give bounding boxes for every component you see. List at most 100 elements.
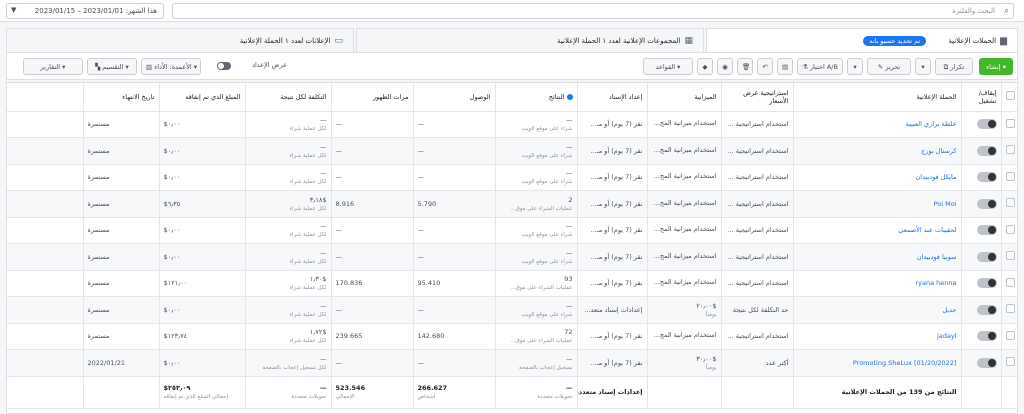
- table-row[interactable]: خلطة براري العبيبة استخدام استراتيجية ..…: [7, 111, 1017, 138]
- duplicate-button[interactable]: ⧉ تكرار: [935, 58, 973, 75]
- col-cost-per-result[interactable]: التكلفة لكل نتيجة: [245, 83, 332, 112]
- row-checkbox[interactable]: [1005, 224, 1015, 234]
- row-checkbox[interactable]: [1005, 304, 1015, 314]
- col-attribution[interactable]: إعداد الإسناد: [577, 83, 648, 112]
- delete-button[interactable]: 🗑: [737, 58, 753, 75]
- cost-per-result-cell: — لكل عملية شراء: [245, 243, 332, 271]
- edit-label: تحرير: [885, 63, 901, 71]
- date-range-picker[interactable]: ▼ هذا الشهر: 2023/01/01 – 2023/01/15: [6, 3, 164, 19]
- amount-spent-cell: $١٢١٫٠٠: [159, 270, 246, 297]
- row-checkbox[interactable]: [1005, 277, 1015, 287]
- table-row[interactable]: سوبيا فودبيدان استخدام استراتيجية ... اس…: [7, 243, 1017, 271]
- edit-menu-button[interactable]: ▾: [847, 58, 863, 75]
- cost-per-result-type: لكل عملية شراء: [289, 126, 327, 133]
- table-row[interactable]: جديل حد التكلفة لكل نتيجة $٢٠٫٠٠ يومياً إ…: [7, 296, 1017, 324]
- table-row[interactable]: ryana henna استخدام استراتيجية ... استخد…: [7, 270, 1017, 297]
- end-date-cell: 2022/01/21: [83, 349, 160, 377]
- totals-impressions: 523.546 الإجمالي: [331, 376, 414, 409]
- table-row[interactable]: Poi Moi استخدام استراتيجية ... استخدام م…: [7, 190, 1017, 218]
- row-checkbox[interactable]: [1005, 198, 1015, 208]
- col-end-date[interactable]: تاريخ الانتهاء: [83, 83, 160, 112]
- row-toggle-cell: [961, 111, 1002, 138]
- end-date-cell: مستمرة: [83, 217, 160, 244]
- col-campaign[interactable]: الحملة الإعلانية: [793, 83, 962, 112]
- col-amount-spent[interactable]: المبلغ الذي تم إنفاقه: [159, 83, 246, 112]
- cost-per-result-cell: — لكل عملية شراء: [245, 217, 332, 244]
- reach-cell: —: [413, 296, 496, 324]
- totals-spacer: [83, 376, 160, 409]
- table-row[interactable]: لحقيبات عبد الأصمعي استخدام استراتيجية .…: [7, 217, 1017, 244]
- campaign-name[interactable]: لحقيبات عبد الأصمعي: [793, 217, 962, 244]
- campaign-toggle[interactable]: [976, 198, 997, 209]
- reports-button[interactable]: التقارير ▾: [23, 58, 83, 75]
- row-checkbox[interactable]: [1005, 251, 1015, 261]
- bid-strategy-cell: استخدام استراتيجية ...: [721, 111, 794, 138]
- campaign-name[interactable]: جديل: [793, 296, 962, 324]
- filler-cell: [7, 137, 84, 165]
- campaign-name[interactable]: مايكل فودبيدان: [793, 164, 962, 191]
- campaign-toggle[interactable]: [976, 331, 997, 342]
- col-impressions[interactable]: مرات الظهور: [331, 83, 414, 112]
- duplicate-menu-button[interactable]: ▾: [915, 58, 931, 75]
- col-results[interactable]: النتائج: [495, 83, 578, 112]
- campaign-toggle[interactable]: [976, 251, 997, 262]
- campaign-toggle[interactable]: [976, 225, 997, 236]
- search-input[interactable]: ⌕ البحث والفلترة: [172, 3, 1014, 19]
- col-toggle[interactable]: إيقاف/تشغيل: [961, 83, 1002, 112]
- chevron-down-icon: ▼: [11, 6, 17, 14]
- select-all-checkbox[interactable]: [1005, 91, 1015, 101]
- campaign-toggle[interactable]: [976, 119, 997, 130]
- rules-button[interactable]: القواعد ▾: [643, 58, 693, 75]
- tab-campaigns[interactable]: ▆الحملات الإعلانية تم تحديد حسيو بانه: [706, 28, 1018, 52]
- undo-button[interactable]: ↶: [757, 58, 773, 75]
- row-checkbox-cell: [1001, 296, 1017, 324]
- breakdown-button[interactable]: ▚ التقسيم ▾: [87, 58, 137, 75]
- campaign-toggle[interactable]: [976, 304, 997, 315]
- row-checkbox[interactable]: [1005, 357, 1015, 367]
- campaign-name[interactable]: ryana henna: [793, 270, 962, 297]
- tab-ads[interactable]: ▭الإعلانات لعدد ۱ الحملة الإعلانية: [6, 28, 354, 52]
- col-budget[interactable]: الميزانية: [647, 83, 722, 112]
- row-checkbox[interactable]: [1005, 171, 1015, 181]
- campaign-name[interactable]: سوبيا فودبيدان: [793, 243, 962, 271]
- campaign-toggle[interactable]: [976, 172, 997, 183]
- cost-per-result-value: —: [320, 116, 327, 125]
- results-type: شراء على موقع الويب: [521, 232, 573, 239]
- row-checkbox[interactable]: [1005, 118, 1015, 128]
- preview-button[interactable]: ◉: [717, 58, 733, 75]
- tab-adsets[interactable]: ▦المجموعات الإعلانية لعدد ۱ الحملة الإعل…: [356, 28, 704, 52]
- row-checkbox[interactable]: [1005, 330, 1015, 340]
- campaign-toggle[interactable]: [976, 357, 997, 368]
- edit-button[interactable]: ✎ تحرير: [867, 58, 911, 75]
- campaign-name[interactable]: كرستال بورج: [793, 137, 962, 165]
- table-row[interactable]: jadayl استخدام استراتيجية ... استخدام مي…: [7, 323, 1017, 350]
- create-button[interactable]: إنشاء ▾: [979, 58, 1013, 75]
- table-row[interactable]: كرستال بورج استخدام استراتيجية ... استخد…: [7, 137, 1017, 165]
- ads-manager: ⌕ البحث والفلترة ▼ هذا الشهر: 2023/01/01…: [0, 0, 1024, 414]
- ab-test-button[interactable]: ⚗ اختبار A/B: [797, 58, 843, 75]
- campaign-toggle[interactable]: [976, 145, 997, 156]
- table-row[interactable]: [01/20/2022] Promoting SheLux أكثر عدد $…: [7, 349, 1017, 377]
- tag-button[interactable]: ◆: [697, 58, 713, 75]
- campaign-name[interactable]: [01/20/2022] Promoting SheLux: [793, 349, 962, 377]
- col-reach[interactable]: الوصول: [413, 83, 496, 112]
- campaign-toggle[interactable]: [976, 278, 997, 289]
- row-checkbox[interactable]: [1005, 145, 1015, 155]
- table-row[interactable]: مايكل فودبيدان استخدام استراتيجية ... اس…: [7, 164, 1017, 191]
- view-setup-toggle[interactable]: [217, 62, 231, 70]
- clipboard-button[interactable]: ▤: [777, 58, 793, 75]
- results-type: شراء على موقع الويب: [521, 311, 573, 318]
- campaign-name[interactable]: jadayl: [793, 323, 962, 350]
- tag-icon: ◆: [702, 63, 708, 71]
- reach-cell: —: [413, 243, 496, 271]
- campaign-name[interactable]: خلطة براري العبيبة: [793, 111, 962, 138]
- grid-icon: ▦: [684, 36, 693, 46]
- cost-per-result-cell: $١٫٣٠ لكل عملية شراء: [245, 270, 332, 297]
- col-bid-strategy[interactable]: استراتيجية عرض الأسعار: [721, 83, 794, 112]
- attribution-cell: نقر (7 يوم) أو مـ...: [577, 243, 648, 271]
- budget-value: استخدام ميزانية المج...: [653, 225, 717, 234]
- selection-chip[interactable]: تم تحديد حسيو بانه: [863, 36, 927, 46]
- campaign-name[interactable]: Poi Moi: [793, 190, 962, 218]
- cost-per-result-cell: — لكل تسجيل إعجاب بالصفحة: [245, 349, 332, 377]
- columns-button[interactable]: ▥ الأعمدة: الأداء ▾: [141, 58, 201, 75]
